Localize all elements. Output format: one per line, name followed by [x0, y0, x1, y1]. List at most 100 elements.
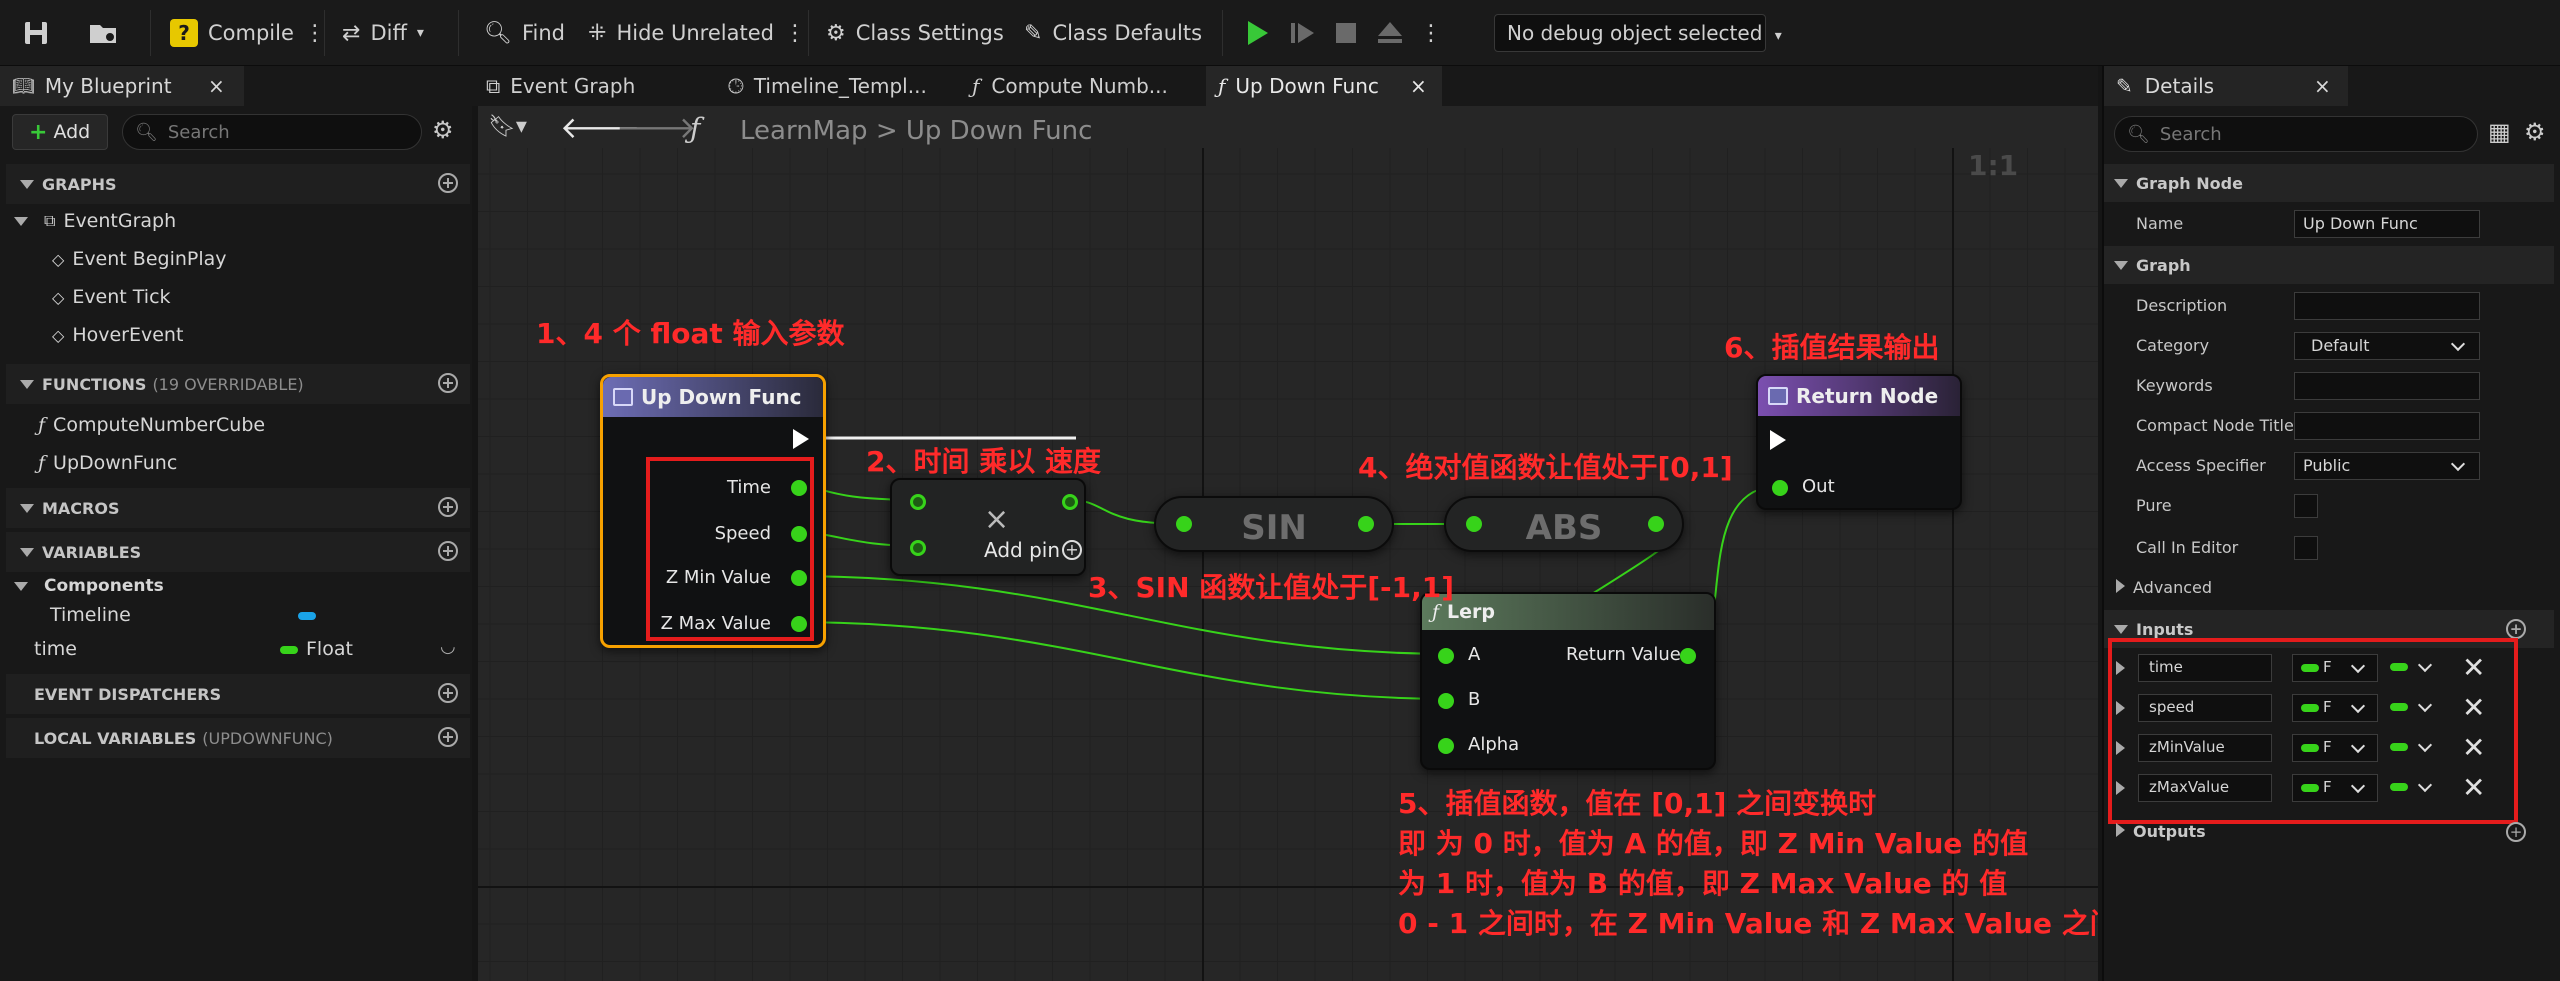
variable-timeline[interactable]: Timeline: [50, 604, 131, 626]
lerp-pin-b[interactable]: [1438, 693, 1454, 709]
tab-event-graph[interactable]: ⧉ Event Graph: [484, 66, 720, 106]
add-pin-icon[interactable]: +: [1062, 540, 1082, 560]
description-field[interactable]: [2294, 292, 2480, 320]
add-pin-label[interactable]: Add pin: [984, 538, 1060, 562]
keywords-field[interactable]: [2294, 372, 2480, 400]
tree-item-computenumbercube[interactable]: ƒ ComputeNumberCube: [38, 414, 265, 436]
multiply-node[interactable]: × Add pin +: [890, 478, 1086, 576]
save-button[interactable]: [22, 10, 50, 56]
multiply-out-pin[interactable]: [1062, 494, 1078, 510]
variables-section-header[interactable]: VARIABLES: [6, 532, 470, 572]
book-icon: 📖︎: [12, 75, 35, 97]
graphs-section-header[interactable]: GRAPHS: [6, 164, 470, 204]
table-view-icon[interactable]: ▦: [2488, 118, 2511, 146]
tree-item-eventgraph[interactable]: ⧉ EventGraph: [14, 210, 176, 232]
lerp-node-header: ƒ Lerp: [1422, 594, 1714, 630]
tree-item-event-tick[interactable]: ◇ Event Tick: [52, 286, 171, 308]
lerp-label-b: B: [1468, 689, 1481, 710]
lerp-pin-a[interactable]: [1438, 648, 1454, 664]
variable-type-label: Float: [306, 638, 353, 660]
tree-item-label: Event Tick: [72, 286, 171, 308]
call-in-editor-checkbox[interactable]: [2294, 536, 2318, 560]
pure-checkbox[interactable]: [2294, 494, 2318, 518]
find-button[interactable]: 🔍︎ Find: [484, 10, 565, 56]
close-icon[interactable]: ×: [1410, 74, 1427, 98]
add-local-variable-icon[interactable]: [438, 727, 458, 747]
category-combo[interactable]: Default: [2294, 332, 2480, 360]
abs-out-pin[interactable]: [1648, 516, 1664, 532]
add-button[interactable]: + Add: [12, 114, 108, 150]
class-defaults-button[interactable]: ✎ Class Defaults: [1024, 10, 1202, 56]
blueprint-search-input[interactable]: 🔍︎ Search: [122, 114, 422, 150]
return-out-pin[interactable]: [1772, 480, 1788, 496]
tab-timeline-template[interactable]: 🕒︎ Timeline_Templ...: [728, 66, 964, 106]
tree-item-hoverevent[interactable]: ◇ HoverEvent: [52, 324, 183, 346]
exec-out-pin[interactable]: [793, 429, 809, 449]
more-options-icon[interactable]: ⋮: [784, 21, 806, 46]
forward-arrow-icon[interactable]: 🡒: [616, 110, 696, 146]
add-macro-icon[interactable]: [438, 497, 458, 517]
lerp-pin-alpha[interactable]: [1438, 738, 1454, 754]
add-variable-icon[interactable]: [438, 541, 458, 561]
graph-section[interactable]: Graph: [2104, 246, 2554, 284]
details-search-input[interactable]: 🔍︎ Search: [2114, 116, 2478, 152]
close-icon[interactable]: ×: [208, 74, 225, 98]
sin-node[interactable]: SIN: [1154, 496, 1394, 552]
add-output-icon[interactable]: +: [2506, 822, 2526, 842]
graph-node-section[interactable]: Graph Node: [2104, 164, 2554, 202]
bookmark-icon[interactable]: 🔖︎▾: [488, 114, 527, 139]
name-field[interactable]: Up Down Func: [2294, 210, 2480, 238]
play-icon[interactable]: [1244, 19, 1272, 47]
more-options-icon[interactable]: ⋮: [304, 21, 326, 46]
graph-node-section-label: Graph Node: [2136, 173, 2243, 193]
diff-button[interactable]: ⇄ Diff ▾: [342, 10, 424, 56]
category-label: Category: [2136, 336, 2210, 355]
local-variables-section-header[interactable]: LOCAL VARIABLES (UPDOWNFUNC): [6, 718, 470, 758]
compact-title-field[interactable]: [2294, 412, 2480, 440]
step-icon[interactable]: [1288, 19, 1316, 47]
tree-item-components[interactable]: Components: [14, 576, 164, 596]
breadcrumb-current[interactable]: Up Down Func: [906, 116, 1093, 146]
close-icon[interactable]: ×: [2314, 74, 2331, 98]
exec-in-pin[interactable]: [1770, 430, 1786, 450]
advanced-row[interactable]: Advanced: [2104, 568, 2554, 608]
add-dispatcher-icon[interactable]: [438, 683, 458, 703]
outputs-row[interactable]: Outputs +: [2104, 812, 2554, 852]
tab-my-blueprint[interactable]: 📖︎ My Blueprint ×: [0, 66, 244, 106]
settings-gear-icon[interactable]: ⚙: [432, 116, 454, 144]
tree-item-updownfunc[interactable]: ƒ UpDownFunc: [38, 452, 177, 474]
tree-item-event-beginplay[interactable]: ◇ Event BeginPlay: [52, 248, 227, 270]
add-graph-icon[interactable]: [438, 173, 458, 193]
find-icon: 🔍︎: [484, 20, 512, 46]
lerp-node[interactable]: ƒ Lerp A B Alpha Return Value: [1420, 592, 1716, 770]
settings-gear-icon[interactable]: ⚙: [2524, 118, 2546, 146]
compile-button[interactable]: ? Compile ⋮: [170, 10, 326, 56]
eye-icon[interactable]: ◡: [440, 636, 456, 657]
abs-node[interactable]: ABS: [1444, 496, 1684, 552]
event-dispatchers-section-header[interactable]: EVENT DISPATCHERS: [6, 674, 470, 714]
tab-details[interactable]: ✎ Details ×: [2104, 66, 2348, 106]
breadcrumb-root[interactable]: LearnMap: [740, 116, 868, 146]
graph-canvas[interactable]: Zoom 1:1 Up Down Func Time Speed Z Min V…: [478, 148, 2098, 981]
class-settings-button[interactable]: ⚙ Class Settings: [826, 10, 1004, 56]
tab-up-down-func[interactable]: ƒ Up Down Func ×: [1206, 66, 1442, 106]
tab-compute-number[interactable]: ƒ Compute Numb...: [972, 66, 1208, 106]
access-combo[interactable]: Public: [2294, 452, 2480, 480]
multiply-in-b-pin[interactable]: [910, 540, 926, 556]
return-node[interactable]: Return Node Out: [1756, 374, 1962, 510]
eject-icon[interactable]: [1376, 19, 1404, 47]
stop-icon[interactable]: [1332, 19, 1360, 47]
debug-object-select[interactable]: No debug object selected ▾: [1494, 14, 1782, 52]
add-function-icon[interactable]: [438, 373, 458, 393]
browse-button[interactable]: [88, 10, 120, 56]
lerp-pin-return[interactable]: [1680, 648, 1696, 664]
functions-section-header[interactable]: FUNCTIONS (19 OVERRIDABLE): [6, 364, 470, 404]
multiply-in-a-pin[interactable]: [910, 494, 926, 510]
hide-unrelated-button[interactable]: ⁜ Hide Unrelated ⋮: [588, 10, 806, 56]
sin-out-pin[interactable]: [1358, 516, 1374, 532]
add-input-icon[interactable]: +: [2506, 619, 2526, 639]
search-placeholder: Search: [167, 121, 230, 143]
more-options-icon[interactable]: ⋮: [1420, 21, 1442, 46]
macros-section-header[interactable]: MACROS: [6, 488, 470, 528]
variable-time[interactable]: time: [34, 638, 77, 660]
